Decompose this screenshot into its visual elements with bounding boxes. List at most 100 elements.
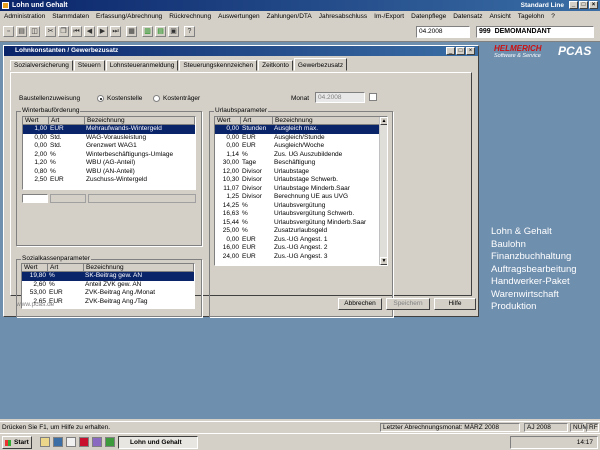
menu-item[interactable]: Auswertungen	[218, 11, 260, 22]
cell-art: Tage	[242, 159, 257, 166]
quicklaunch-media-icon[interactable]	[92, 437, 102, 447]
table-row[interactable]: 2,50 EUR Zuschuss-Wintergeld	[23, 176, 195, 185]
period-field[interactable]: 04.2008	[416, 26, 470, 38]
tab-lohnsteueranmeldung[interactable]: Lohnsteueranmeldung	[105, 60, 179, 71]
print-icon[interactable]: ▤	[16, 26, 27, 37]
table-row[interactable]: 0,00 Std. Grenzwert WAG1	[23, 142, 195, 151]
menu-item[interactable]: Administration	[4, 11, 45, 22]
cell-bezeichnung: Mehraufwands-Wintergeld	[86, 125, 162, 132]
monat-field[interactable]: 04.2008	[315, 92, 365, 103]
table-row[interactable]: 30,00 Tage Beschäftigung	[215, 159, 387, 168]
table-row[interactable]: 19,80% SK-Beitrag gew. AN	[22, 272, 194, 281]
cell-bezeichnung: WAG-Vorausleistung	[86, 133, 147, 141]
quicklaunch-app-icon[interactable]	[79, 437, 89, 447]
calculator-icon[interactable]: ▦	[126, 26, 137, 37]
radio-kostentraeger[interactable]	[153, 95, 160, 102]
quicklaunch-tool-icon[interactable]	[105, 437, 115, 447]
preview-icon[interactable]: ◫	[29, 26, 40, 37]
menu-item[interactable]: Jahresabschluss	[319, 11, 367, 22]
table-row[interactable]: 2,00% Winterbeschäftigungs-Umlage	[23, 151, 195, 160]
table-row[interactable]: 1,14% Zus. UG Auszubildende	[215, 151, 387, 160]
monat-checkbox[interactable]	[369, 93, 377, 101]
tab-steuerungskennzeichen[interactable]: Steuerungskennzeichen	[179, 60, 258, 71]
table-row[interactable]: 12,00 Divisor Urlaubstage	[215, 168, 387, 177]
dialog-maximize-button[interactable]: □	[456, 47, 465, 55]
table-row[interactable]: 25,00% Zusatzurlaubsgeld	[215, 227, 387, 236]
urlaub-table[interactable]: Wert Art Bezeichnung 0,00 Stunden Ausgleich m…	[214, 116, 388, 266]
dialog-minimize-button[interactable]: _	[446, 47, 455, 55]
table-row[interactable]: 0,00 EUR Zus.-UG Angest. 1	[215, 236, 387, 245]
last-record-icon[interactable]: ⏭	[110, 26, 121, 37]
grid-green-icon[interactable]: ▥	[142, 26, 153, 37]
table-row[interactable]: 1,20% WBU (AG-Anteil)	[23, 159, 195, 168]
tab-gewerbezusatz[interactable]: Gewerbezusatz	[293, 58, 348, 71]
cut-icon[interactable]: ✂	[45, 26, 56, 37]
cell-art: %	[242, 150, 248, 158]
scroll-up-icon[interactable]: ▲	[380, 117, 387, 125]
table-row[interactable]: 14,25% Urlaubsvergütung	[215, 202, 387, 211]
close-button[interactable]: ×	[589, 1, 598, 9]
maximize-button[interactable]: □	[579, 1, 588, 9]
taskbar-item-lohn[interactable]: Lohn und Gehalt	[118, 436, 198, 449]
table-row[interactable]: 0,80% WBU (AN-Anteil)	[23, 168, 195, 177]
client-selector[interactable]: 999 DEMOMANDANT	[476, 26, 594, 38]
grid-list-icon[interactable]: ▤	[155, 26, 166, 37]
menu-item[interactable]: Erfassung/Abrechnung	[96, 11, 162, 22]
vertical-scrollbar[interactable]: ▲ ▼	[379, 117, 387, 265]
minimize-button[interactable]: _	[569, 1, 578, 9]
tab-sozialversicherung[interactable]: Sozialversicherung	[10, 60, 73, 71]
hilfe-button[interactable]: Hilfe	[434, 298, 476, 310]
radio-kostenstelle[interactable]	[97, 95, 104, 102]
table-header: Wert Art Bezeichnung	[22, 264, 194, 272]
start-button[interactable]: Start	[2, 436, 32, 449]
help-icon[interactable]: ?	[184, 26, 195, 37]
speichern-button[interactable]: Speichern	[386, 298, 430, 310]
table-row[interactable]: 15,44% Urlaubsvergütung Minderb.Saar	[215, 219, 387, 228]
next-record-icon[interactable]: ▶	[97, 26, 108, 37]
tab-steuern[interactable]: Steuern	[73, 60, 105, 71]
table-row[interactable]: 53,00 EUR ZVK-Beitrag Ang./Monat	[22, 289, 194, 298]
table-row[interactable]: 1,00 EUR Mehraufwands-Wintergeld	[23, 125, 195, 134]
cell-wert: 1,20	[34, 159, 47, 166]
menu-item[interactable]: ?	[551, 11, 555, 22]
table-row[interactable]: 0,00 Stunden Ausgleich max.	[215, 125, 387, 134]
menu-item[interactable]: Datenpflege	[411, 11, 446, 22]
zuweisung-label: Baustellenzuweisung	[19, 95, 81, 102]
table-row[interactable]: 1,25 Divisor Berechnung UE aus UVG	[215, 193, 387, 202]
dialog-close-button[interactable]: ×	[466, 47, 475, 55]
group-urlaub: Urlaubsparameter Wert Art Bezeichnung 0,00 S…	[209, 107, 393, 317]
menu-item[interactable]: Datensatz	[453, 11, 482, 22]
clipboard-icon[interactable]: ▣	[168, 26, 179, 37]
prev-record-icon[interactable]: ◀	[84, 26, 95, 37]
table-row[interactable]: 2,60% Anteil ZVK gew. AN	[22, 281, 194, 290]
tab-zeitkonto[interactable]: Zeitkonto	[258, 60, 293, 71]
menu-item[interactable]: Ansicht	[489, 11, 510, 22]
quicklaunch-explorer-icon[interactable]	[66, 437, 76, 447]
cell-wert: 0,00	[34, 133, 47, 141]
table-row[interactable]: 24,00 EUR Zus.-UG Angest. 3	[215, 253, 387, 262]
table-row[interactable]: 16,63% Urlaubsvergütung Schwerb.	[215, 210, 387, 219]
copy-icon[interactable]: ❐	[58, 26, 69, 37]
first-record-icon[interactable]: ⏮	[71, 26, 82, 37]
menu-item[interactable]: Zahlungen/DTA	[267, 11, 312, 22]
menu-item[interactable]: Im-/Export	[374, 11, 404, 22]
menu-item[interactable]: Stammdaten	[52, 11, 89, 22]
cell-wert: 19,80	[29, 272, 46, 279]
table-row[interactable]: 10,30 Divisor Urlaubstage Schwerb.	[215, 176, 387, 185]
table-row[interactable]: 16,00 EUR Zus.-UG Angest. 2	[215, 244, 387, 253]
quicklaunch-browser-icon[interactable]	[53, 437, 63, 447]
winterbau-table[interactable]: Wert Art Bezeichnung 1,00 EUR Mehraufwands-Wi…	[22, 116, 196, 190]
status-rf: RF	[586, 423, 599, 432]
table-row[interactable]: 11,07 Divisor Urlaubstage Minderb.Saar	[215, 185, 387, 194]
menu-item[interactable]: Rückrechnung	[169, 11, 211, 22]
abbrechen-button[interactable]: Abbrechen	[338, 298, 382, 310]
table-row[interactable]: 0,00 EUR Ausgleich/Woche	[215, 142, 387, 151]
new-icon[interactable]: ▫	[3, 26, 14, 37]
scroll-down-icon[interactable]: ▼	[380, 257, 387, 265]
table-row[interactable]: 0,00 EUR Ausgleich/Stunde	[215, 134, 387, 143]
tab-page-gewerbezusatz: Baustellenzuweisung Kostenstelle Kostent…	[10, 72, 472, 317]
cell-bezeichnung: Urlaubsvergütung Schwerb.	[274, 210, 355, 217]
menu-item[interactable]: Tagelohn	[518, 11, 544, 22]
table-row[interactable]: 0,00 Std. WAG-Vorausleistung	[23, 134, 195, 143]
quicklaunch-desktop-icon[interactable]	[40, 437, 50, 447]
